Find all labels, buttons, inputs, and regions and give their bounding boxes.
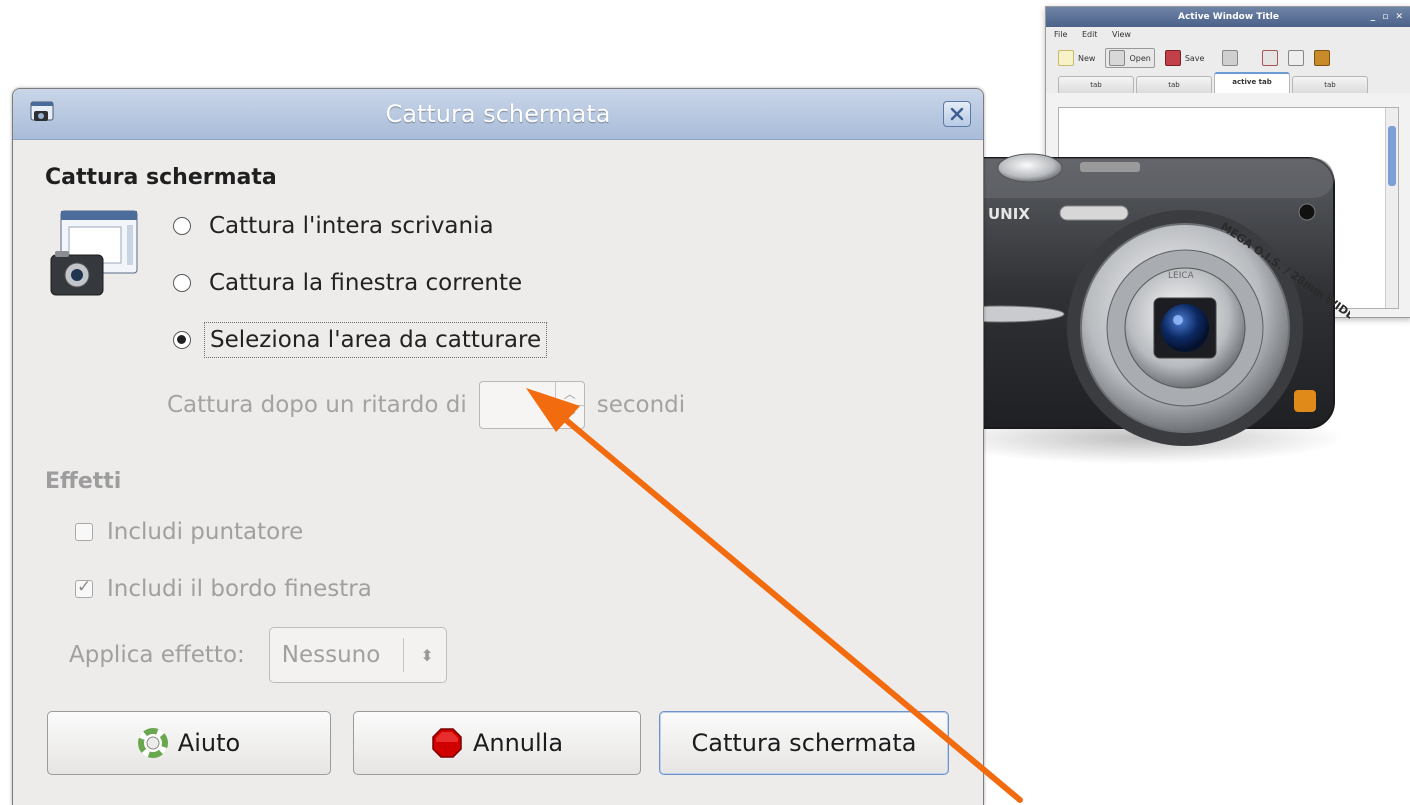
option-current-window-label: Cattura la finestra corrente	[209, 270, 523, 296]
menu-edit: Edit	[1081, 30, 1098, 39]
lens-brand: LEICA	[1168, 271, 1195, 281]
delay-row: Cattura dopo un ritardo di ︿ ﹀ secondi	[167, 381, 685, 429]
spin-up-icon[interactable]: ︿	[555, 382, 584, 406]
help-button-label: Aiuto	[177, 729, 241, 757]
background-tabs: tab tab active tab tab	[1046, 72, 1410, 93]
capture-screenshot-button[interactable]: Cattura schermata	[659, 711, 949, 775]
capture-button-label: Cattura schermata	[691, 729, 917, 757]
background-window-title: Active Window Title	[1178, 12, 1279, 22]
background-toolbar: New Open Save	[1046, 43, 1410, 73]
include-border-checkbox-row[interactable]: Includi il bordo finestra	[75, 576, 372, 602]
include-border-label: Includi il bordo finestra	[107, 576, 372, 602]
close-icon	[950, 107, 964, 121]
toolbar-open: Open	[1105, 48, 1155, 68]
stop-icon	[432, 728, 462, 758]
background-menubar: File Edit View	[1046, 27, 1410, 43]
option-select-area[interactable]: Seleziona l'area da catturare	[173, 322, 548, 358]
combobox-separator	[402, 638, 404, 672]
toolbar-new: New	[1058, 50, 1095, 66]
help-lifebuoy-icon	[137, 728, 168, 758]
scrollbar-thumb	[1388, 126, 1396, 186]
flash-icon	[1059, 205, 1129, 221]
paste-icon	[1314, 50, 1331, 66]
combobox-arrows-icon: ⬍	[420, 645, 434, 665]
option-whole-desktop[interactable]: Cattura l'intera scrivania	[173, 213, 494, 239]
tab-1: tab	[1058, 76, 1134, 93]
delay-prefix-label: Cattura dopo un ritardo di	[167, 392, 467, 418]
copy-icon	[1288, 50, 1305, 66]
apply-effect-value: Nessuno	[281, 642, 381, 668]
cancel-button[interactable]: Annulla	[353, 711, 641, 775]
help-button[interactable]: Aiuto	[47, 711, 331, 775]
tab-2: tab	[1136, 76, 1212, 93]
shutter-button	[997, 153, 1063, 183]
camera-brand: UNIX	[988, 205, 1030, 223]
screenshot-illustration-icon	[50, 210, 138, 296]
radio-current-window[interactable]	[173, 274, 191, 292]
toolbar-new-label: New	[1078, 53, 1096, 63]
apply-effect-combobox[interactable]: Nessuno ⬍	[268, 627, 447, 683]
sensor-icon	[1298, 203, 1316, 221]
mode-dial	[1080, 162, 1140, 172]
tab-4: tab	[1292, 76, 1368, 93]
new-file-icon	[1058, 50, 1074, 66]
option-whole-desktop-label: Cattura l'intera scrivania	[209, 213, 494, 239]
option-select-area-label: Seleziona l'area da catturare	[203, 322, 548, 358]
save-disk-icon	[1164, 50, 1181, 66]
toolbar-save-label: Save	[1184, 53, 1205, 63]
capture-section-title: Cattura schermata	[45, 165, 277, 190]
include-pointer-label: Includi puntatore	[107, 519, 304, 545]
menu-view: View	[1111, 30, 1131, 39]
toolbar-open-label: Open	[1129, 53, 1151, 63]
open-folder-icon	[1109, 50, 1126, 66]
spin-down-icon[interactable]: ﹀	[556, 406, 584, 429]
delay-suffix-label: secondi	[596, 392, 686, 418]
dialog-title: Cattura schermata	[385, 100, 611, 128]
delay-spinbutton[interactable]: ︿ ﹀	[478, 381, 585, 429]
camera-icon: UNIX MEGA O.I.S. / 28mm WIDE LEICA	[935, 153, 1350, 464]
tab-active: active tab	[1214, 72, 1290, 93]
close-button[interactable]	[943, 101, 971, 127]
include-pointer-checkbox-row[interactable]: Includi puntatore	[75, 519, 303, 545]
include-border-checkbox[interactable]	[75, 577, 93, 598]
option-current-window[interactable]: Cattura la finestra corrente	[173, 270, 522, 296]
menu-file: File	[1054, 30, 1068, 39]
background-scrollbar	[1385, 108, 1398, 308]
print-icon	[1222, 50, 1239, 66]
dialog-titlebar[interactable]: Cattura schermata	[13, 89, 983, 140]
apply-effect-label: Applica effetto:	[69, 642, 245, 668]
cut-icon	[1262, 50, 1279, 66]
radio-whole-desktop[interactable]	[173, 217, 191, 235]
background-window-titlebar: Active Window Title _ ▫ ✕	[1046, 7, 1410, 27]
lens-glass	[1161, 304, 1209, 352]
screenshot-dialog: Cattura schermata Cattura schermata Catt…	[12, 88, 984, 805]
cancel-button-label: Annulla	[472, 729, 564, 757]
delay-spin-arrows[interactable]: ︿ ﹀	[554, 382, 584, 429]
toolbar-save: Save	[1164, 50, 1205, 66]
lens-reflection	[1173, 315, 1183, 325]
include-pointer-checkbox[interactable]	[75, 523, 93, 541]
radio-select-area[interactable]	[173, 331, 191, 349]
window-controls-icon: _ ▫ ✕	[1370, 12, 1405, 22]
effects-section-title: Effetti	[45, 469, 122, 494]
badge-icon	[1294, 390, 1316, 412]
apply-effect-row: Applica effetto: Nessuno ⬍	[69, 627, 447, 683]
